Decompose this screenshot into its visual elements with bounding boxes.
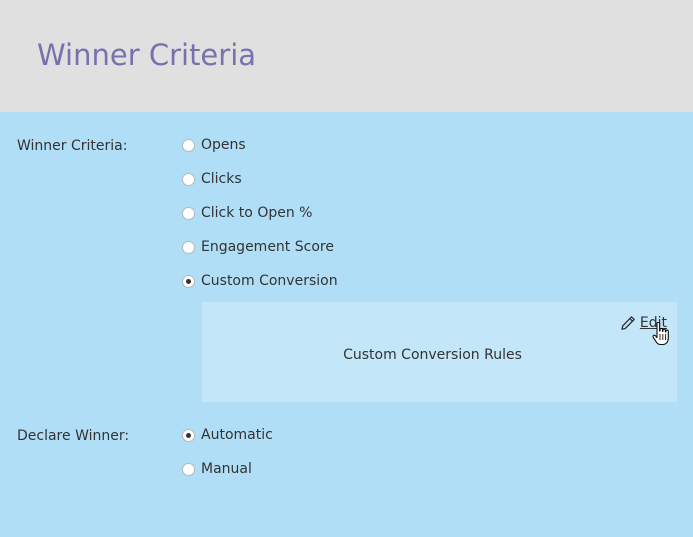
radio-option-label: Automatic (201, 427, 273, 443)
radio-option-engagement-score[interactable]: Engagement Score (182, 238, 334, 256)
edit-link-label[interactable]: Edit (640, 314, 667, 332)
radio-option-label: Clicks (201, 171, 242, 187)
page-title: Winner Criteria (37, 38, 257, 72)
declare-winner-label: Declare Winner: (17, 428, 130, 444)
radio-button[interactable] (182, 206, 195, 220)
radio-button-selected[interactable] (182, 428, 195, 442)
radio-button[interactable] (182, 240, 195, 254)
winner-criteria-dialog: Winner Criteria Winner Criteria: Opens C… (0, 0, 693, 537)
radio-button[interactable] (182, 172, 195, 186)
radio-option-custom-conversion[interactable]: Custom Conversion (182, 272, 338, 290)
edit-rules-link[interactable]: Edit (620, 314, 667, 332)
winner-criteria-label: Winner Criteria: (17, 138, 128, 154)
dialog-header: Winner Criteria (0, 0, 693, 112)
radio-button-selected[interactable] (182, 274, 195, 288)
custom-conversion-rules-panel: Edit Custom Conversion Rules (202, 302, 677, 402)
radio-option-opens[interactable]: Opens (182, 136, 246, 154)
radio-option-label: Manual (201, 461, 252, 477)
radio-option-click-to-open[interactable]: Click to Open % (182, 204, 312, 222)
radio-option-label: Custom Conversion (201, 273, 338, 289)
radio-option-label: Opens (201, 137, 246, 153)
radio-button[interactable] (182, 462, 195, 476)
radio-button[interactable] (182, 138, 195, 152)
radio-option-label: Click to Open % (201, 205, 313, 221)
radio-option-clicks[interactable]: Clicks (182, 170, 242, 188)
pencil-icon (621, 316, 635, 330)
rules-panel-text: Custom Conversion Rules (343, 347, 522, 363)
radio-option-manual[interactable]: Manual (182, 460, 252, 478)
radio-option-automatic[interactable]: Automatic (182, 426, 273, 444)
radio-option-label: Engagement Score (201, 239, 334, 255)
